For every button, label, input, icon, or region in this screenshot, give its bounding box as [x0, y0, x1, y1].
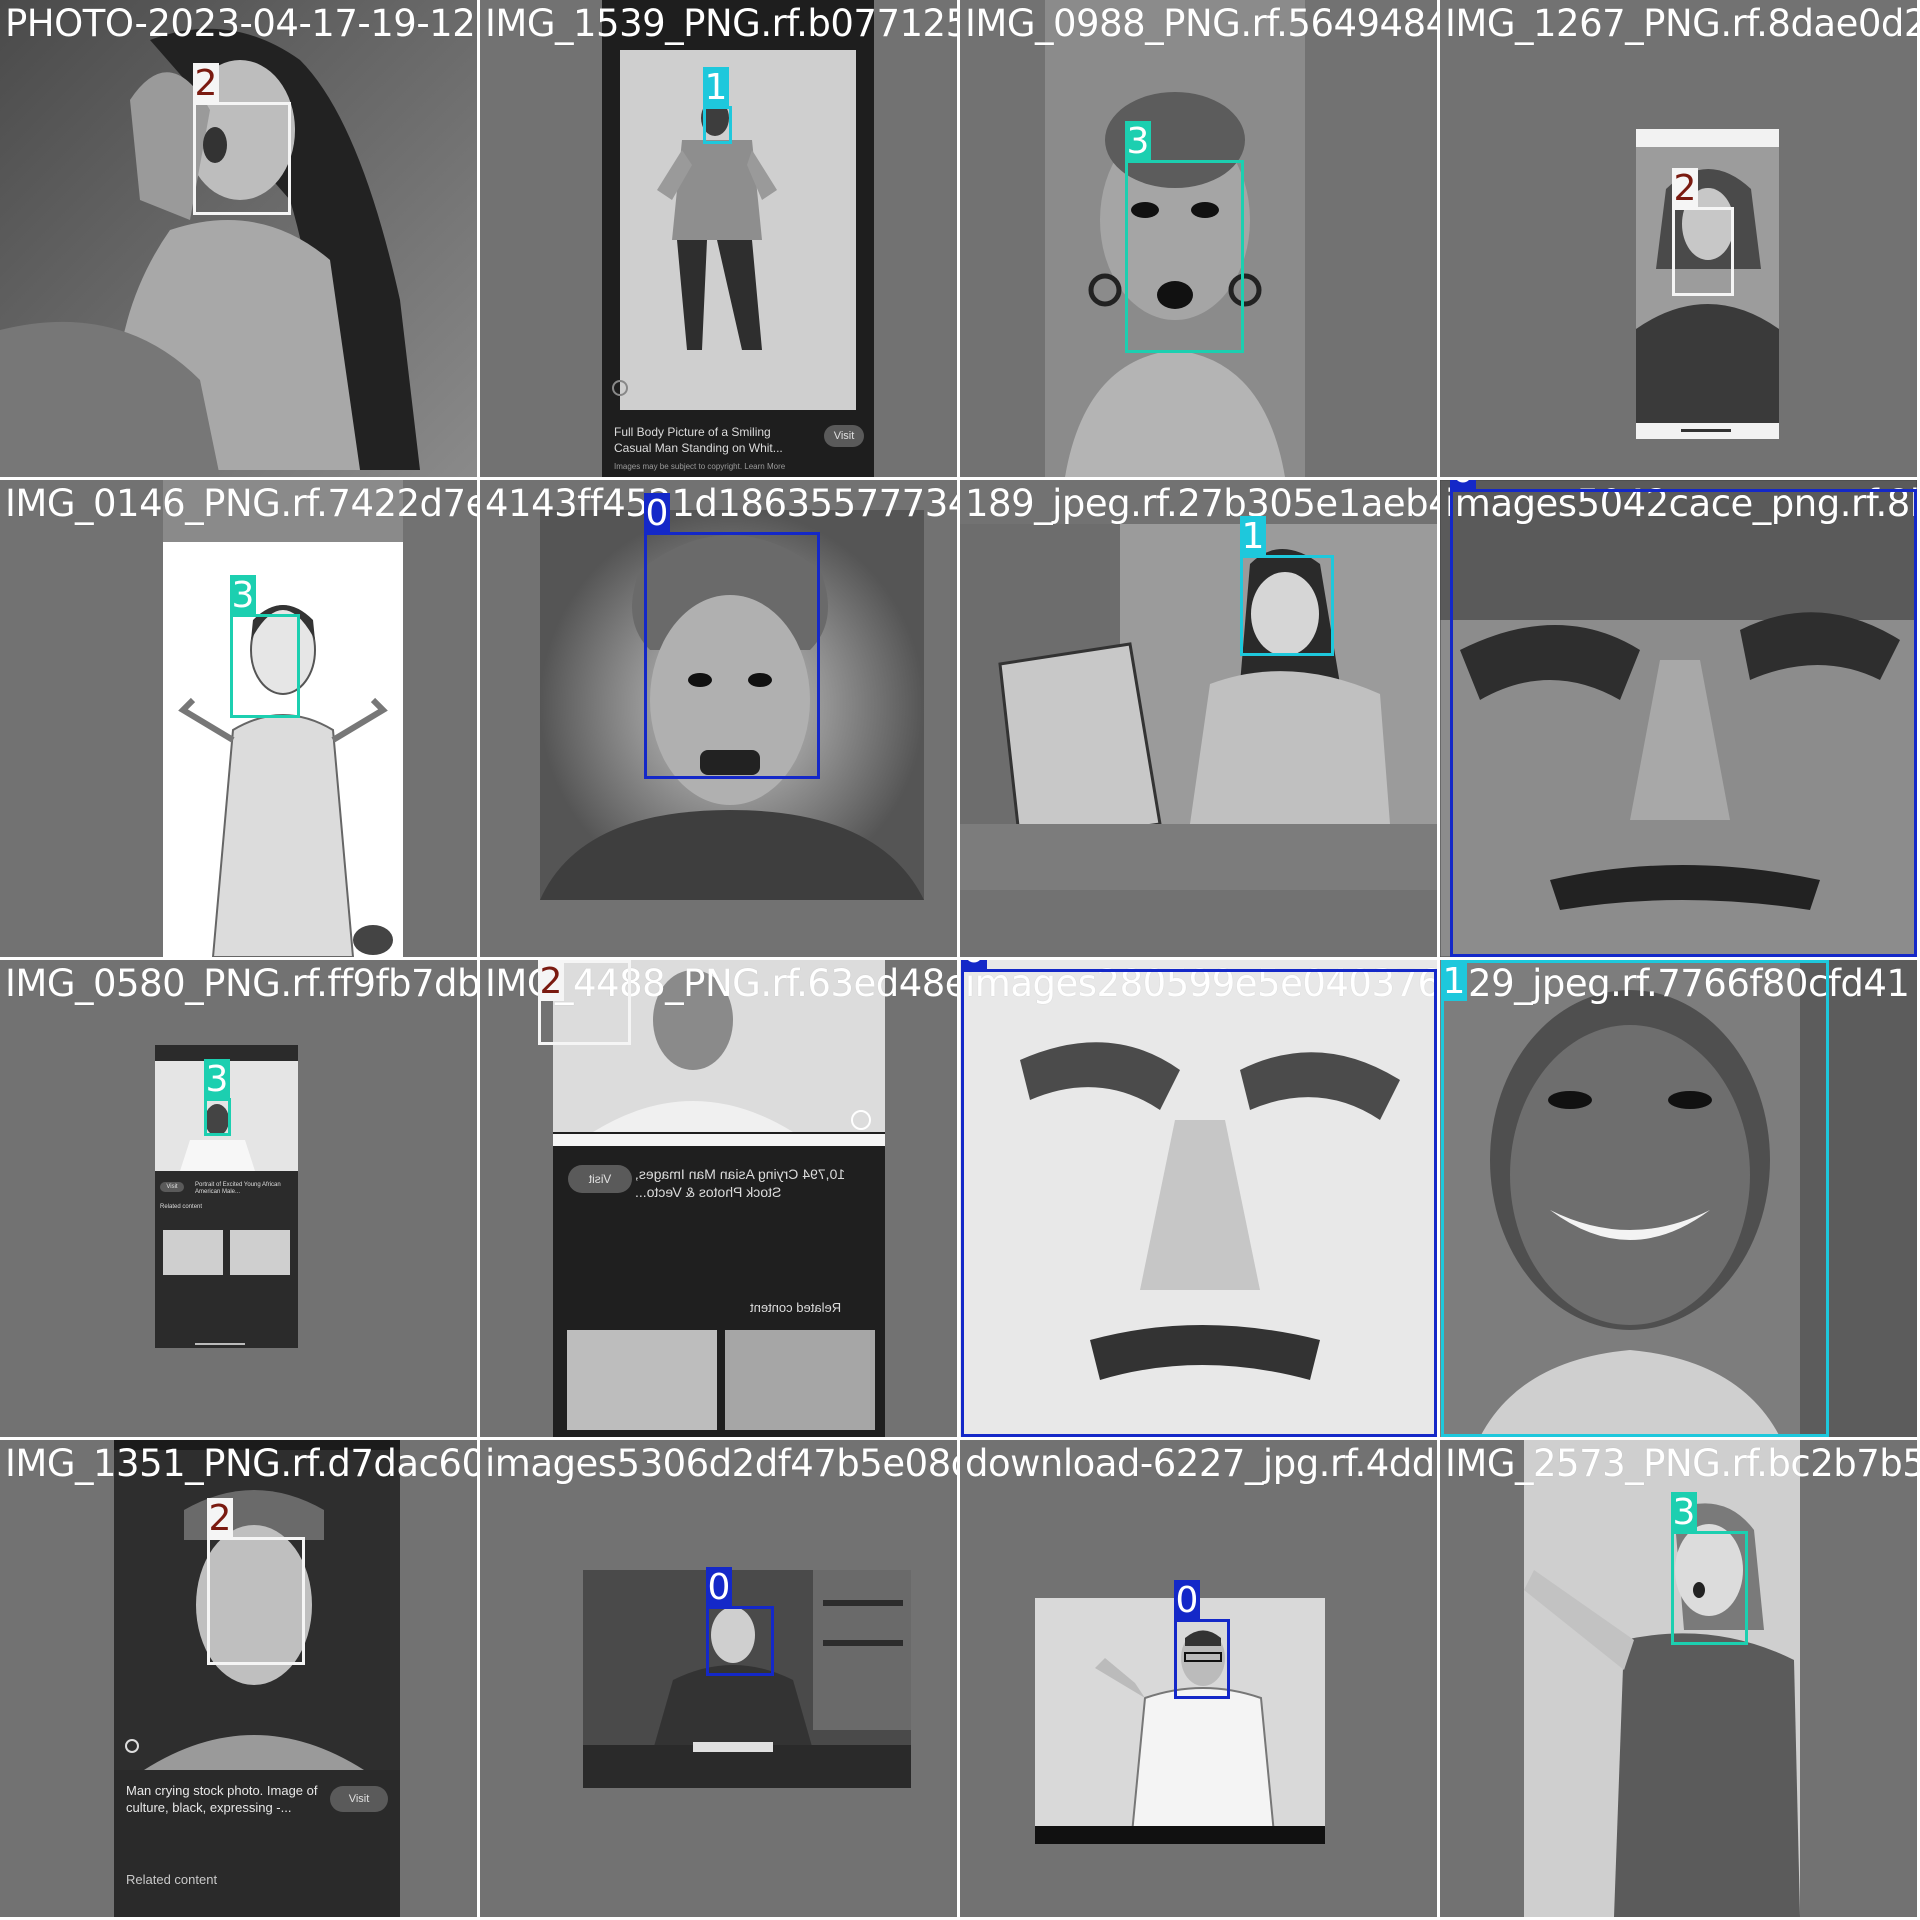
bbox: 2	[1672, 168, 1734, 296]
bbox: 1	[703, 67, 732, 144]
tile-filename: images5306d2df47b5e08d	[485, 1442, 957, 1485]
tile-16: 3 IMG_2573_PNG.rf.bc2b7b5	[1440, 1440, 1917, 1917]
tile-filename: IMG_1539_PNG.rf.b077125626	[485, 2, 957, 45]
visit-button[interactable]: Visit	[568, 1165, 632, 1193]
bbox-class-label: 2	[193, 63, 219, 104]
tile-11: 0 images280599e5e0403769	[960, 960, 1437, 1437]
tile-filename: download-6227_jpg.rf.4ddbb914	[965, 1442, 1437, 1485]
tile-filename: IMG_1267_PNG.rf.8dae0d2b	[1445, 2, 1917, 45]
bbox: 0	[961, 960, 1437, 1437]
photo-standing-man-phone	[602, 0, 874, 477]
bbox-class-label: 1	[1441, 961, 1467, 1002]
overlay-caption: Full Body Picture of a Smiling Casual Ma…	[614, 425, 783, 455]
photo	[163, 480, 403, 957]
bbox-class-label: 3	[1671, 1492, 1697, 1533]
photo	[602, 0, 874, 477]
tile-12: 1 629_jpeg.rf.7766f80cfd41	[1440, 960, 1917, 1437]
photo-shrugging-woman	[163, 480, 403, 957]
bbox-class-label: 0	[644, 493, 670, 534]
overlay-note: Related content	[160, 1204, 203, 1210]
bbox-class-label: 2	[207, 1498, 233, 1539]
photo-crying-woman	[0, 0, 477, 477]
bbox: 3	[1125, 121, 1244, 353]
overlay-caption: Portrait of Excited Young African Americ…	[195, 1182, 281, 1195]
tile-filename: IMG_0988_PNG.rf.56494848b6	[965, 2, 1437, 45]
bbox-class-label: 2	[1672, 168, 1698, 209]
bbox: 1	[1240, 516, 1334, 656]
tile-4: 2 IMG_1267_PNG.rf.8dae0d2b	[1440, 0, 1917, 477]
photo	[1524, 1440, 1800, 1917]
tile-14: 0 images5306d2df47b5e08d	[480, 1440, 957, 1917]
bbox-class-label: 3	[230, 575, 256, 616]
tile-filename: 189_jpeg.rf.27b305e1aeb47	[965, 482, 1437, 525]
bbox-class-label: 2	[538, 961, 564, 1002]
tile-5: 3 IMG_0146_PNG.rf.7422d7e4143ff4	[0, 480, 477, 957]
photo	[114, 1440, 400, 1917]
tile-filename: 4143ff4521d18635577734_jpg.rf.	[485, 482, 957, 525]
visit-button[interactable]: Visit	[160, 1182, 184, 1192]
overlay-note: Related content	[126, 1872, 218, 1887]
bbox-class-label: 0	[1174, 1580, 1200, 1621]
photo-man-crying-phone	[114, 1440, 400, 1917]
photo-hijab-woman-laptop	[960, 524, 1437, 890]
tile-1: 2 PHOTO-2023-04-17-19-12-47.	[0, 0, 477, 477]
bbox: 0	[644, 493, 820, 779]
bbox-class-label: 3	[204, 1059, 230, 1100]
bbox-class-label: 3	[1125, 121, 1151, 162]
mosaic-grid: 2 PHOTO-2023-04-17-19-12-47. Full Body P…	[0, 0, 1920, 1920]
bbox-class-label: 0	[706, 1567, 732, 1608]
photo	[0, 0, 477, 477]
tile-7: 1 189_jpeg.rf.27b305e1aeb47	[960, 480, 1437, 957]
tile-filename: PHOTO-2023-04-17-19-12-47.	[5, 2, 477, 45]
tile-2: Full Body Picture of a Smiling Casual Ma…	[480, 0, 957, 477]
bbox: 1	[1441, 960, 1829, 1437]
bbox-class-label: 1	[1240, 516, 1266, 557]
overlay-note: Related content	[750, 1300, 842, 1315]
tile-filename: IMG_2573_PNG.rf.bc2b7b5	[1445, 1442, 1917, 1485]
tile-6: 0 4143ff4521d18635577734_jpg.rf.	[480, 480, 957, 957]
visit-button[interactable]: Visit	[330, 1786, 388, 1812]
bbox: 0	[1450, 480, 1917, 957]
bbox: 2	[207, 1498, 305, 1665]
tile-filename: IMG_1351_PNG.rf.d7dac607	[5, 1442, 477, 1485]
tile-10: 10,794 Crying Asian Man Images, Stock Ph…	[480, 960, 957, 1437]
tile-9: Portrait of Excited Young African Americ…	[0, 960, 477, 1437]
bbox: 3	[204, 1059, 231, 1136]
bbox: 2	[538, 960, 631, 1045]
overlay-caption: Man crying stock photo. Image of culture…	[126, 1783, 318, 1815]
overlay-note: Images may be subject to copyright. Lear…	[614, 462, 786, 471]
bbox: 3	[230, 575, 300, 718]
tile-15: 0 download-6227_jpg.rf.4ddbb914	[960, 1440, 1437, 1917]
photo-old-man-desk	[583, 1570, 911, 1788]
bbox-class-label: 1	[703, 67, 729, 108]
tile-8: 0 images5042cace_png.rf.8b9	[1440, 480, 1917, 957]
tile-filename: IMG_0580_PNG.rf.ff9fb7db6743	[5, 962, 477, 1005]
bbox: 0	[706, 1567, 774, 1676]
bbox: 3	[1671, 1492, 1748, 1645]
overlay-caption: 10,794 Crying Asian Man Images, Stock Ph…	[635, 1166, 846, 1200]
photo-surprised-girl-pointing	[1524, 1440, 1800, 1917]
visit-button[interactable]: Visit	[824, 425, 864, 447]
bbox: 2	[193, 63, 291, 215]
tile-3: 3 IMG_0988_PNG.rf.56494848b6	[960, 0, 1437, 477]
photo	[583, 1570, 911, 1788]
bbox-class-label: 0	[961, 960, 987, 971]
tile-13: Man crying stock photo. Image of culture…	[0, 1440, 477, 1917]
bbox-class-label: 0	[1450, 480, 1476, 491]
photo	[960, 524, 1437, 890]
bbox: 0	[1174, 1580, 1230, 1699]
tile-filename: IMG_0146_PNG.rf.7422d7e4143ff4	[5, 482, 477, 525]
